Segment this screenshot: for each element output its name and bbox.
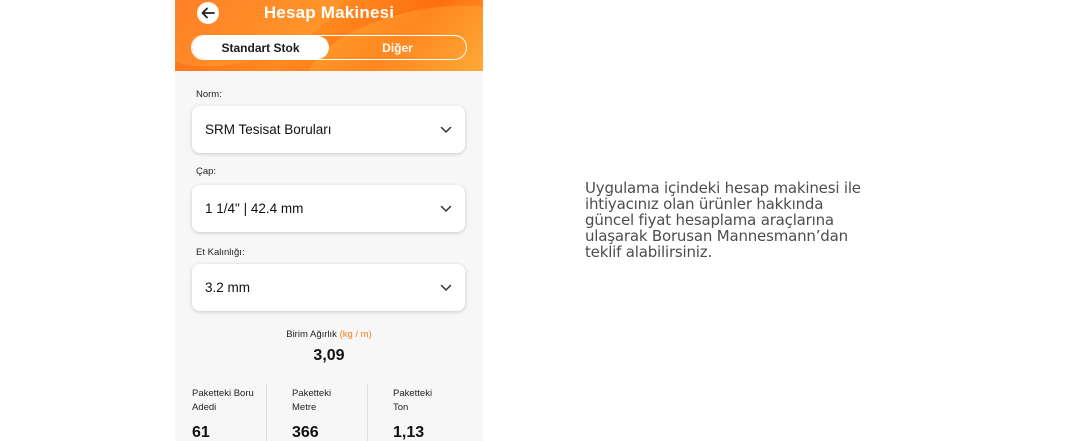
- cap-select[interactable]: 1 1/4" | 42.4 mm: [192, 185, 465, 232]
- stat-label: Paketteki Ton: [393, 388, 433, 413]
- et-kalinligi-select[interactable]: 3.2 mm: [192, 264, 465, 311]
- stat-value: 61: [192, 424, 210, 441]
- stat-ton: Paketteki Ton 1,13: [393, 387, 483, 441]
- unit-weight-title: Birim Ağırlık: [286, 329, 337, 340]
- norm-label: Norm:: [196, 89, 222, 100]
- phone-screen: Hesap Makinesi Standart Stok Diğer Norm:…: [175, 0, 483, 441]
- stat-metre: Paketteki Metre 366: [292, 387, 384, 441]
- norm-select[interactable]: SRM Tesisat Boruları: [192, 106, 465, 153]
- unit-weight-label: Birim Ağırlık (kg / m): [175, 329, 483, 340]
- cap-value: 1 1/4" | 42.4 mm: [205, 201, 304, 216]
- chevron-down-icon: [440, 205, 452, 212]
- page-title: Hesap Makinesi: [263, 3, 395, 22]
- tab-diger[interactable]: Diğer: [329, 36, 466, 59]
- et-kalinligi-label: Et Kalınlığı:: [196, 247, 245, 258]
- stat-boru-adedi: Paketteki Boru Adedi 61: [192, 387, 284, 441]
- tab-standart-stok[interactable]: Standart Stok: [192, 36, 329, 59]
- chevron-down-icon: [440, 284, 452, 291]
- unit-weight-unit: (kg / m): [339, 329, 372, 340]
- divider: [266, 384, 267, 441]
- divider: [367, 384, 368, 441]
- stat-value: 1,13: [393, 424, 425, 441]
- cap-label: Çap:: [196, 166, 217, 177]
- norm-value: SRM Tesisat Boruları: [205, 122, 332, 137]
- tab-switcher: Standart Stok Diğer: [191, 35, 467, 60]
- unit-weight-value: 3,09: [313, 347, 345, 364]
- description-text: Uygulama içindeki hesap makinesi ile iht…: [585, 179, 861, 261]
- header: Hesap Makinesi Standart Stok Diğer: [175, 0, 483, 71]
- stat-label: Paketteki Boru Adedi: [192, 388, 254, 413]
- stat-label: Paketteki Metre: [292, 388, 332, 413]
- stat-value: 366: [292, 424, 319, 441]
- chevron-down-icon: [440, 126, 452, 133]
- et-kalinligi-value: 3.2 mm: [205, 280, 251, 295]
